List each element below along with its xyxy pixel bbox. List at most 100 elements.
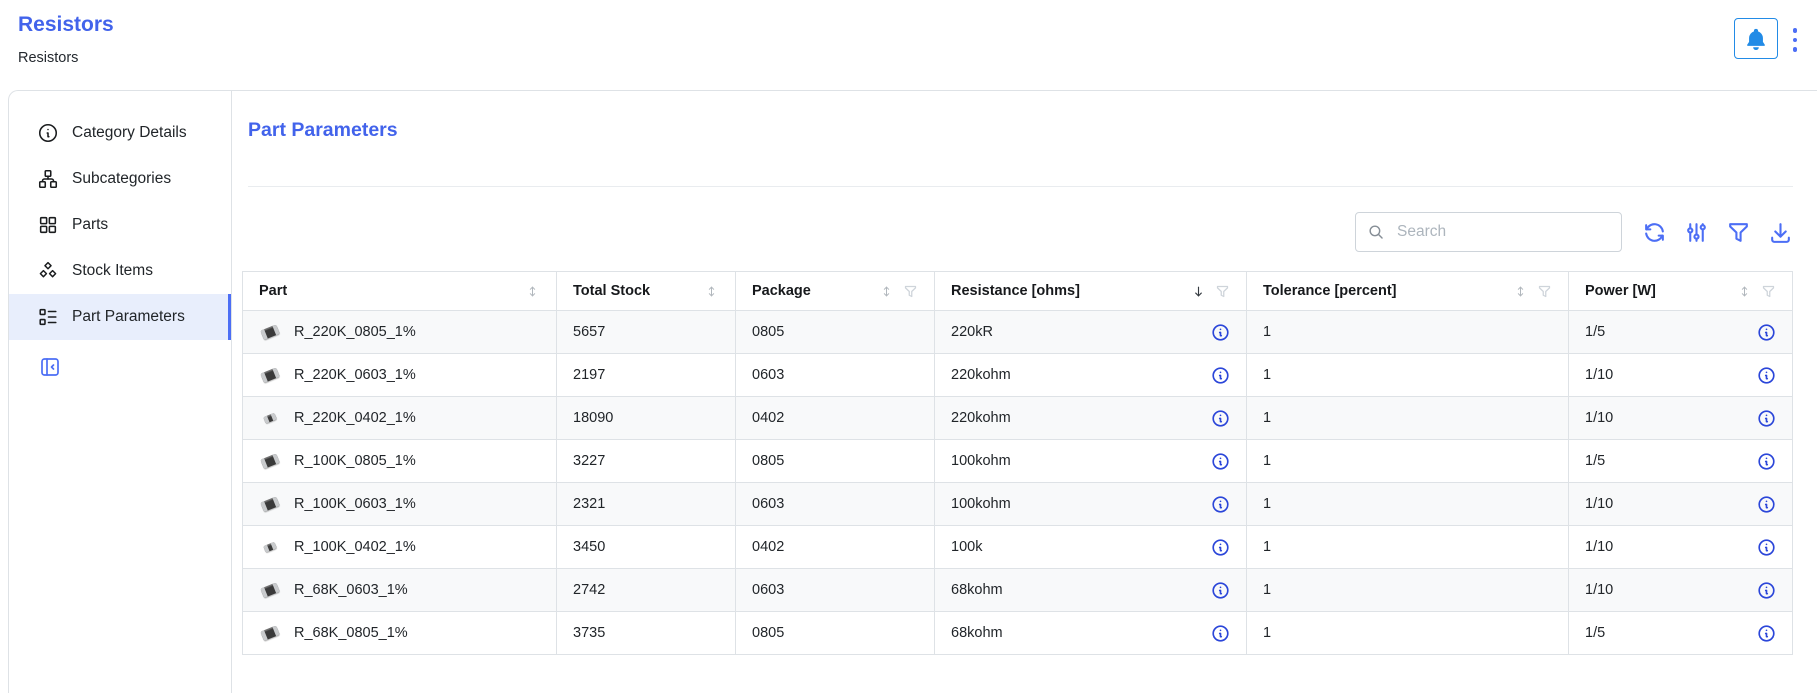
part-thumbnail: [259, 579, 281, 601]
info-icon[interactable]: [1757, 323, 1776, 342]
info-icon[interactable]: [1211, 538, 1230, 557]
info-icon[interactable]: [1211, 323, 1230, 342]
total-stock-value: 3735: [573, 625, 605, 641]
column-filter-icon[interactable]: [1215, 284, 1230, 299]
sidebar-item-category-details[interactable]: Category Details: [9, 110, 231, 156]
title-block: Resistors Resistors: [18, 13, 114, 90]
grid-icon: [37, 214, 59, 236]
info-icon[interactable]: [1211, 495, 1230, 514]
info-icon[interactable]: [1757, 624, 1776, 643]
total-stock-value: 5657: [573, 324, 605, 340]
search-input[interactable]: [1395, 222, 1610, 242]
refresh-button[interactable]: [1642, 220, 1667, 245]
dots-vertical-icon[interactable]: [1793, 18, 1798, 52]
search-icon: [1367, 223, 1386, 242]
notifications-button[interactable]: [1734, 18, 1778, 59]
table-row[interactable]: R_100K_0805_1% 3227 0805 100kohm 1 1/5: [243, 440, 1793, 483]
part-name: R_100K_0402_1%: [294, 539, 416, 555]
resistance-value: 100kohm: [951, 453, 1011, 469]
table-row[interactable]: R_68K_0805_1% 3735 0805 68kohm 1 1/5: [243, 612, 1793, 655]
power-value: 1/10: [1585, 539, 1613, 555]
sidebar-item-parts[interactable]: Parts: [9, 202, 231, 248]
sidebar-item-subcategories[interactable]: Subcategories: [9, 156, 231, 202]
part-parameters-table: Part Total Stock Package: [242, 271, 1793, 655]
info-icon[interactable]: [1757, 581, 1776, 600]
power-value: 1/10: [1585, 410, 1613, 426]
download-icon: [1768, 220, 1793, 245]
column-header-part[interactable]: Part: [243, 272, 557, 311]
package-value: 0805: [752, 453, 784, 469]
table-options-button[interactable]: [1684, 220, 1709, 245]
table-row[interactable]: R_220K_0603_1% 2197 0603 220kohm 1 1/10: [243, 354, 1793, 397]
heading-divider: [248, 186, 1793, 187]
panel-title: Part Parameters: [248, 119, 1793, 142]
info-icon[interactable]: [1757, 366, 1776, 385]
power-value: 1/10: [1585, 582, 1613, 598]
sidebar-item-label: Parts: [72, 216, 108, 234]
part-name: R_100K_0805_1%: [294, 453, 416, 469]
sidebar-item-stock-items[interactable]: Stock Items: [9, 248, 231, 294]
sort-icon[interactable]: [1513, 284, 1528, 299]
column-header-total-stock[interactable]: Total Stock: [557, 272, 736, 311]
info-icon[interactable]: [1757, 452, 1776, 471]
column-header-package[interactable]: Package: [736, 272, 935, 311]
filters-button[interactable]: [1726, 220, 1751, 245]
column-header-tolerance[interactable]: Tolerance [percent]: [1247, 272, 1569, 311]
part-name: R_100K_0603_1%: [294, 496, 416, 512]
sort-icon[interactable]: [1737, 284, 1752, 299]
tolerance-value: 1: [1263, 453, 1271, 469]
column-header-resistance[interactable]: Resistance [ohms]: [935, 272, 1247, 311]
part-thumbnail: [259, 364, 281, 386]
table-row[interactable]: R_220K_0805_1% 5657 0805 220kR 1 1/5: [243, 311, 1793, 354]
package-value: 0603: [752, 496, 784, 512]
part-name: R_220K_0805_1%: [294, 324, 416, 340]
top-header-bar: Resistors Resistors: [0, 0, 1817, 90]
info-icon[interactable]: [1757, 538, 1776, 557]
column-header-power[interactable]: Power [W]: [1569, 272, 1793, 311]
info-icon[interactable]: [1211, 581, 1230, 600]
breadcrumb[interactable]: Resistors: [18, 50, 114, 66]
search-box[interactable]: [1355, 212, 1622, 252]
info-icon[interactable]: [1757, 409, 1776, 428]
tolerance-value: 1: [1263, 496, 1271, 512]
part-parameters-panel: Part Parameters: [232, 91, 1817, 693]
sidebar-item-part-parameters[interactable]: Part Parameters: [9, 294, 231, 340]
sort-icon[interactable]: [704, 284, 719, 299]
part-thumbnail: [259, 493, 281, 515]
table-row[interactable]: R_220K_0402_1% 18090 0402 220kohm 1 1/10: [243, 397, 1793, 440]
sidebar-item-label: Category Details: [72, 124, 187, 142]
column-filter-icon[interactable]: [903, 284, 918, 299]
table-row[interactable]: R_68K_0603_1% 2742 0603 68kohm 1 1/10: [243, 569, 1793, 612]
sort-desc-icon[interactable]: [1191, 284, 1206, 299]
total-stock-value: 2742: [573, 582, 605, 598]
table-row[interactable]: R_100K_0603_1% 2321 0603 100kohm 1 1/10: [243, 483, 1793, 526]
column-filter-icon[interactable]: [1761, 284, 1776, 299]
table-actions: [1642, 220, 1793, 245]
total-stock-value: 18090: [573, 410, 613, 426]
info-icon[interactable]: [1757, 495, 1776, 514]
part-name: R_68K_0603_1%: [294, 582, 408, 598]
power-value: 1/10: [1585, 367, 1613, 383]
list-details-icon: [37, 306, 59, 328]
sort-icon[interactable]: [525, 284, 540, 299]
sitemap-icon: [37, 168, 59, 190]
table-row[interactable]: R_100K_0402_1% 3450 0402 100k 1 1/10: [243, 526, 1793, 569]
part-thumbnail: [259, 407, 281, 429]
package-value: 0402: [752, 410, 784, 426]
sort-icon[interactable]: [879, 284, 894, 299]
part-name: R_220K_0402_1%: [294, 410, 416, 426]
info-icon[interactable]: [1211, 409, 1230, 428]
power-value: 1/10: [1585, 496, 1613, 512]
info-icon[interactable]: [1211, 624, 1230, 643]
package-value: 0805: [752, 324, 784, 340]
package-value: 0603: [752, 582, 784, 598]
part-thumbnail: [259, 321, 281, 343]
info-icon[interactable]: [1211, 366, 1230, 385]
info-icon[interactable]: [1211, 452, 1230, 471]
tolerance-value: 1: [1263, 367, 1271, 383]
collapse-sidebar-button[interactable]: [37, 355, 63, 381]
column-filter-icon[interactable]: [1537, 284, 1552, 299]
download-button[interactable]: [1768, 220, 1793, 245]
part-name: R_68K_0805_1%: [294, 625, 408, 641]
resistance-value: 220kohm: [951, 367, 1011, 383]
